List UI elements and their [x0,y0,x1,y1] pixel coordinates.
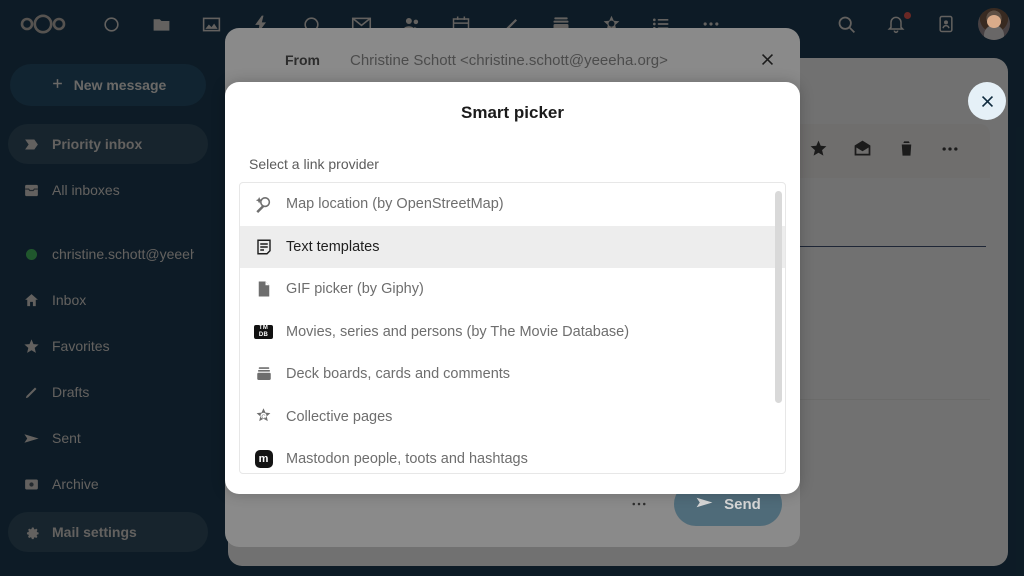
tmdb-line-1: TM [258,324,269,331]
provider-item-deck[interactable]: Deck boards, cards and comments [240,353,785,396]
provider-item-text-templates[interactable]: Text templates [240,225,785,268]
provider-item-map-location[interactable]: Map location (by OpenStreetMap) [240,183,785,226]
provider-label: Movies, series and persons (by The Movie… [286,323,630,340]
provider-item-gif-picker[interactable]: GIF picker (by Giphy) [240,268,785,311]
close-icon[interactable] [968,82,1006,120]
provider-label: Collective pages [286,408,393,425]
provider-label: Deck boards, cards and comments [286,366,511,383]
tmdb-line-2: DB [258,331,269,338]
from-label: From [285,52,320,68]
provider-item-mastodon[interactable]: m Mastodon people, toots and hashtags [240,438,785,473]
close-icon[interactable] [752,44,782,74]
tmdb-icon: TM DB [254,322,273,341]
mastodon-glyph: m [254,450,273,469]
map-location-icon [254,195,273,214]
smart-picker-dialog: Smart picker Select a link provider Map … [225,82,800,494]
send-label: Send [724,495,761,513]
provider-label: Text templates [286,238,380,255]
provider-list-scrollbar[interactable] [775,191,782,403]
text-templates-icon [254,237,273,256]
provider-item-tmdb[interactable]: TM DB Movies, series and persons (by The … [240,311,785,354]
from-value[interactable]: Christine Schott <christine.schott@yeeeh… [350,52,668,69]
provider-label: Map location (by OpenStreetMap) [286,196,504,213]
provider-label: Mastodon people, toots and hashtags [286,451,528,468]
screen: …ket + 100 € Gutschein …blocked to prote… [0,0,1024,576]
deck-icon [254,365,273,384]
provider-list: Map location (by OpenStreetMap) Text tem… [240,183,785,473]
smart-picker-subtitle: Select a link provider [249,156,379,172]
provider-list-container: Map location (by OpenStreetMap) Text tem… [239,182,786,474]
svg-text:C: C [261,415,265,421]
collectives-icon: C [254,407,273,426]
send-icon [695,493,714,516]
smart-picker-title: Smart picker [461,103,564,122]
gif-picker-icon [254,280,273,299]
provider-item-collectives[interactable]: C Collective pages [240,396,785,439]
provider-label: GIF picker (by Giphy) [286,281,424,298]
mastodon-icon: m [254,450,273,469]
